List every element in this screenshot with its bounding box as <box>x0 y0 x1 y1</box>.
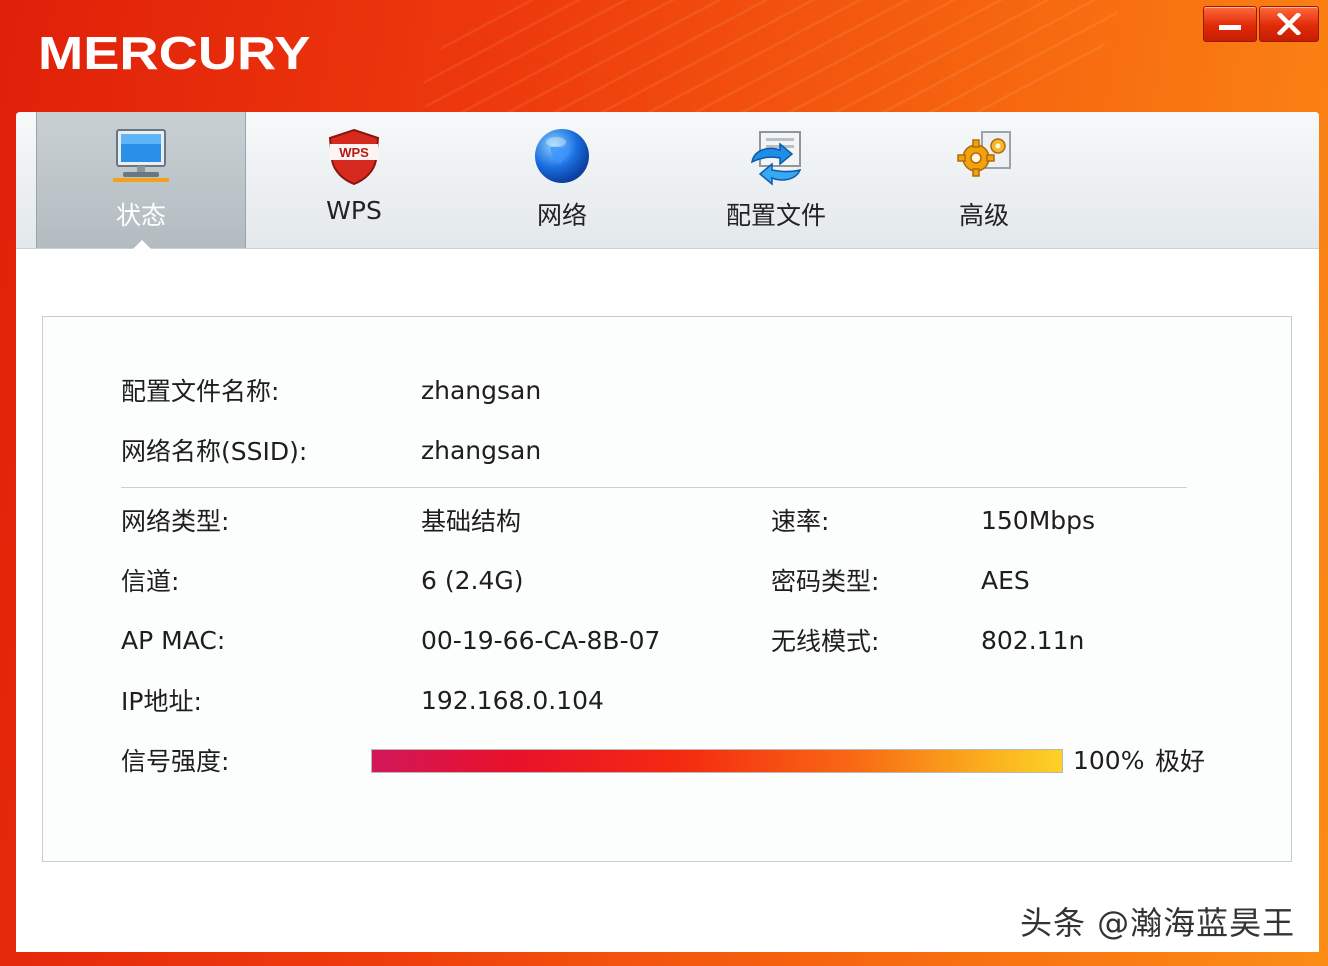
ip-value: 192.168.0.104 <box>421 686 604 715</box>
tab-wps-label: WPS <box>326 196 382 225</box>
globe-icon <box>535 129 589 183</box>
wireless-mode-value: 802.11n <box>981 626 1085 655</box>
svg-text:WPS: WPS <box>339 145 369 160</box>
ssid-label: 网络名称(SSID): <box>121 437 308 466</box>
ap-mac-value: 00-19-66-CA-8B-07 <box>421 626 661 655</box>
cipher-value: AES <box>981 566 1030 595</box>
minimize-icon <box>1219 24 1241 30</box>
tab-advanced[interactable]: 高级 <box>880 112 1088 248</box>
tab-status-label: 状态 <box>115 201 166 230</box>
tab-wps[interactable]: WPS WPS <box>250 112 458 248</box>
status-details: 配置文件名称: zhangsan 网络名称(SSID): zhangsan 网络… <box>42 316 1292 862</box>
signal-strength-bar <box>371 749 1063 773</box>
profile-name-label: 配置文件名称: <box>121 377 280 406</box>
main-panel: 状态 WPS WPS 网络 配置文件 高级 配置文件名称: zhangsan 网… <box>16 112 1319 952</box>
minimize-button[interactable] <box>1203 6 1257 42</box>
watermark: 头条 @瀚海蓝昊王 <box>1020 904 1296 942</box>
signal-strength-label: 信号强度: <box>121 747 230 776</box>
network-type-label: 网络类型: <box>121 507 230 536</box>
tab-network[interactable]: 网络 <box>458 112 666 248</box>
close-button[interactable] <box>1259 6 1319 42</box>
tab-profile-label: 配置文件 <box>725 201 826 230</box>
tab-bar: 状态 WPS WPS 网络 配置文件 高级 <box>16 112 1319 249</box>
tab-status[interactable]: 状态 <box>36 112 246 249</box>
ip-label: IP地址: <box>121 687 202 716</box>
rate-label: 速率: <box>771 507 830 536</box>
channel-label: 信道: <box>121 567 180 596</box>
tab-network-label: 网络 <box>536 201 587 230</box>
monitor-icon <box>113 129 169 182</box>
ssid-value: zhangsan <box>421 436 542 465</box>
profile-name-value: zhangsan <box>421 376 542 405</box>
mercury-logo: MERCURY <box>38 27 311 79</box>
signal-strength-fill <box>372 750 1062 772</box>
signal-percent: 100% <box>1073 746 1145 775</box>
wireless-mode-label: 无线模式: <box>771 627 880 656</box>
cipher-label: 密码类型: <box>771 567 880 596</box>
profile-arrows-icon <box>751 131 802 186</box>
gears-icon <box>957 131 1011 177</box>
close-icon <box>1277 13 1301 35</box>
tab-profile[interactable]: 配置文件 <box>672 112 880 248</box>
rate-value: 150Mbps <box>981 506 1096 535</box>
tab-advanced-label: 高级 <box>958 201 1009 230</box>
signal-quality: 极好 <box>1155 747 1206 776</box>
section-divider <box>121 487 1187 488</box>
wps-shield-icon: WPS <box>328 128 380 186</box>
network-type-value: 基础结构 <box>421 507 522 536</box>
ap-mac-label: AP MAC: <box>121 626 226 655</box>
channel-value: 6 (2.4G) <box>421 566 524 595</box>
app-window: MERCURY 状态 WPS WPS 网络 配置文件 高级 配置文件名称: zh… <box>0 0 1328 966</box>
